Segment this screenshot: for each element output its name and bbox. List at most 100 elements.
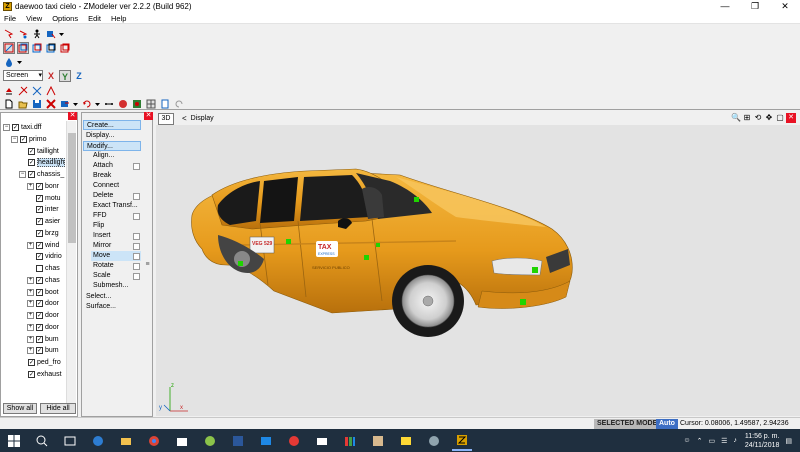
tree-node[interactable]: chas [27, 263, 60, 274]
axis-x-toggle[interactable]: X [45, 70, 57, 82]
command-options-button[interactable] [133, 252, 140, 260]
visibility-checkbox[interactable]: ✓ [28, 359, 35, 366]
help-book-icon[interactable] [159, 98, 171, 110]
expand-icon[interactable]: + [27, 241, 34, 249]
coordinate-system-select[interactable]: Screen ▾ [3, 70, 43, 81]
tree-node[interactable]: ✓ exhaust [19, 369, 62, 380]
visibility-checkbox[interactable]: ✓ [36, 229, 43, 237]
select-frame-icon[interactable] [59, 42, 71, 54]
visibility-checkbox[interactable]: ✓ [36, 194, 43, 202]
maximize-viewport-icon[interactable]: ▢ [775, 113, 785, 123]
zoom-extents-icon[interactable]: ⊞ [742, 113, 752, 123]
books-app-icon[interactable] [340, 431, 360, 451]
maximize-button[interactable]: ❐ [740, 0, 770, 13]
expand-icon[interactable]: + [27, 323, 34, 331]
tree-node[interactable]: + ✓ chas [27, 275, 60, 286]
visibility-checkbox[interactable]: ✓ [36, 335, 43, 343]
expand-icon[interactable]: + [27, 335, 34, 343]
cut-tool-icon[interactable] [31, 85, 43, 97]
tree-node[interactable]: ✓ ped_fro [19, 357, 61, 368]
visibility-checkbox[interactable]: ✓ [36, 218, 43, 225]
battery-icon[interactable]: ▭ [708, 437, 715, 445]
portrait-image-icon[interactable] [368, 431, 388, 451]
minimize-button[interactable]: — [710, 0, 740, 13]
dropdown-arrow-icon[interactable] [59, 28, 65, 40]
chrome-browser-icon[interactable] [144, 431, 164, 451]
visibility-checkbox[interactable] [36, 265, 43, 272]
people-icon[interactable]: ☺ [683, 437, 690, 444]
pdf-reader-icon[interactable] [284, 431, 304, 451]
menu-help[interactable]: Help [111, 14, 126, 23]
hide-all-button[interactable]: Hide all [40, 403, 76, 414]
collapse-icon[interactable]: − [11, 135, 18, 143]
undo-icon[interactable] [81, 98, 93, 110]
tree-node[interactable]: + ✓ door [27, 298, 59, 309]
tree-node[interactable]: − ✓ primo [11, 134, 47, 145]
color-drop-icon[interactable] [3, 56, 15, 68]
material-editor-icon[interactable] [131, 98, 143, 110]
new-file-icon[interactable] [3, 98, 15, 110]
weld-tool-icon[interactable] [17, 85, 29, 97]
tree-node[interactable]: ✓ headligh [19, 157, 66, 168]
axis-y-toggle[interactable]: Y [59, 69, 71, 82]
tree-node[interactable]: + ✓ door [27, 310, 59, 321]
menu-options[interactable]: Options [52, 14, 78, 23]
tree-node[interactable]: − ✓ taxi.dff [3, 122, 42, 133]
visibility-checkbox[interactable]: ✓ [36, 206, 43, 214]
selection-mode-indicator[interactable]: SELECTED MODE [594, 419, 661, 429]
command-modify[interactable]: Modify... [83, 141, 141, 151]
expand-icon[interactable]: + [27, 312, 34, 319]
pan-view-icon[interactable]: ✥ [764, 113, 774, 123]
select-vertex-icon[interactable] [3, 41, 15, 54]
select-bone-icon[interactable] [31, 28, 43, 40]
menu-file[interactable]: File [4, 14, 16, 23]
command-options-button[interactable] [133, 232, 140, 240]
import-icon[interactable] [59, 98, 71, 110]
task-view-icon[interactable] [60, 431, 80, 451]
select-face-icon[interactable] [17, 41, 29, 54]
tree-node[interactable]: + ✓ bonr [27, 181, 59, 192]
expand-icon[interactable]: + [27, 300, 34, 308]
modify-command[interactable]: Connect [91, 181, 141, 191]
visibility-checkbox[interactable]: ✓ [36, 253, 43, 261]
command-options-button[interactable] [133, 242, 140, 250]
command-surface[interactable]: Surface... [83, 302, 141, 312]
tree-node[interactable]: ✓ asier [27, 216, 60, 227]
modify-command[interactable]: Submesh... [91, 281, 141, 291]
texture-icon[interactable] [145, 98, 157, 110]
delete-icon[interactable] [45, 98, 57, 110]
command-options-button[interactable] [133, 212, 140, 220]
tree-node[interactable]: + ✓ wind [27, 240, 59, 251]
visibility-checkbox[interactable]: ✓ [28, 171, 35, 178]
notifications-icon[interactable]: ▤ [785, 437, 792, 445]
viewport-mode-button[interactable]: 3D [158, 112, 174, 125]
modify-command[interactable]: Exact Transf... [91, 201, 141, 211]
command-options-button[interactable] [133, 192, 140, 200]
rotate-view-icon[interactable]: ⟲ [753, 113, 763, 123]
visibility-checkbox[interactable]: ✓ [20, 135, 27, 143]
image-viewer-icon[interactable] [396, 431, 416, 451]
visibility-checkbox[interactable]: ✓ [12, 124, 19, 131]
split-tool-icon[interactable] [45, 85, 57, 97]
save-icon[interactable] [31, 98, 43, 110]
photos-app-icon[interactable] [256, 431, 276, 451]
tree-node[interactable]: + ✓ bum [27, 334, 59, 345]
expand-icon[interactable]: + [27, 288, 34, 296]
visibility-checkbox[interactable]: ✓ [36, 276, 43, 284]
modify-command[interactable]: Break [91, 171, 141, 181]
tree-node[interactable]: ✓ taillight [19, 146, 59, 157]
select-mesh-icon[interactable] [45, 42, 57, 54]
chevron-up-icon[interactable]: ⌃ [697, 437, 703, 445]
link-icon[interactable] [103, 98, 115, 110]
command-options-button[interactable] [133, 272, 140, 280]
modify-command[interactable]: Flip [91, 221, 141, 231]
clock[interactable]: 11:56 p. m. 24/11/2018 [745, 432, 780, 450]
word-app-icon[interactable] [228, 431, 248, 451]
tree-node[interactable]: − ✓ chassis_ [19, 169, 64, 180]
command-options-button[interactable] [133, 162, 140, 170]
tree-scrollbar-thumb[interactable] [68, 133, 76, 243]
mail-app-icon[interactable] [312, 431, 332, 451]
visibility-checkbox[interactable]: ✓ [36, 241, 43, 249]
tree-node[interactable]: + ✓ door [27, 322, 59, 333]
axis-z-toggle[interactable]: Z [73, 70, 85, 82]
